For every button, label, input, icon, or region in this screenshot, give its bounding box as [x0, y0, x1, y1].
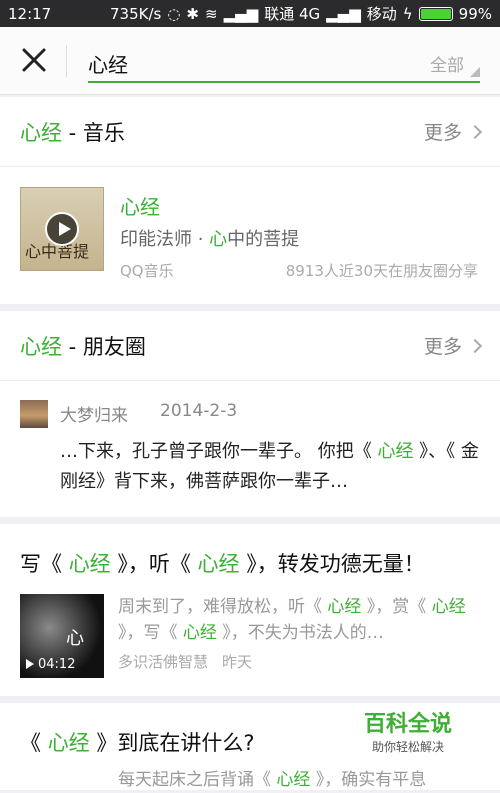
song-title: 心经	[120, 195, 160, 219]
music-section-header: 心经 - 音乐 更多	[0, 97, 500, 167]
chevron-right-icon	[467, 124, 483, 139]
close-icon[interactable]	[20, 46, 48, 74]
network-speed: 735K/s	[109, 4, 162, 23]
music-result-item[interactable]: 心中菩提 心经 印能法师 · 心中的菩提 QQ音乐 8913人近30天在朋友圈分…	[0, 167, 500, 307]
more-music-button[interactable]: 更多	[424, 118, 483, 145]
music-section: 心经 - 音乐 更多 心中菩提 心经 印能法师 · 心中的菩提 QQ音乐 891…	[0, 97, 500, 304]
divider	[66, 45, 67, 77]
search-input[interactable]: 心经	[88, 49, 128, 78]
status-bar: 12:17 735K/s ◌ ✱ ≋ ▂▄▆ 联通 4G ▂▄▆ 移动 ϟ 99…	[0, 0, 500, 27]
avatar	[20, 400, 48, 428]
scope-dropdown[interactable]: 全部	[430, 51, 464, 76]
chevron-right-icon	[467, 338, 483, 353]
share-stat: 8913人近30天在朋友圈分享	[285, 262, 478, 280]
thumbnail-text: 心	[66, 628, 84, 649]
play-icon	[26, 659, 34, 669]
more-moments-button[interactable]: 更多	[424, 332, 483, 359]
video-thumbnail[interactable]: 心 04:12	[20, 594, 104, 678]
wifi-icon: ≋	[205, 4, 218, 23]
watermark-logo: 百科全说 助你轻松解决	[346, 706, 470, 766]
article-time: 昨天	[222, 653, 253, 671]
article-result-item[interactable]: 写《 心经 》，听《 心经 》，转发功德无量！ 心 04:12 周末到了，难得放…	[0, 524, 500, 696]
album-cover: 心中菩提	[20, 187, 104, 271]
watermark-subtitle: 助你轻松解决	[371, 740, 444, 754]
article-summary: 周末到了，难得放松，听《 心经 》，赏《 心经 》，写《 心经 》，不失为书法人…	[118, 597, 466, 643]
moment-user: 大梦归来	[60, 406, 128, 426]
bluetooth-icon: ✱	[186, 4, 199, 23]
moment-result-item[interactable]: 大梦归来 2014-2-3 …下来，孔子曾子跟你一辈子。 你把《 心经 》、《 …	[0, 381, 500, 501]
signal-icon: ▂▄▆	[326, 4, 361, 23]
article-title: 《 心经 》到底在讲什么?	[20, 731, 255, 755]
battery-icon	[418, 6, 453, 21]
article-summary: 每天起床之后背诵《 心经 》，确实有平息	[118, 770, 427, 790]
moment-text: …下来，孔子曾子跟你一辈子。 你把《 心经 》、《 金刚经》背下来，佛菩萨跟你一…	[60, 441, 479, 492]
search-bar: 心经 全部	[0, 27, 500, 95]
moment-date: 2014-2-3	[160, 401, 238, 421]
section-title: 心经 - 音乐	[20, 120, 125, 145]
search-underline	[88, 81, 480, 83]
signal-icon: ▂▄▆	[223, 4, 259, 23]
watermark-title: 百科全说	[363, 712, 452, 737]
song-artist: 印能法师 · 心中的菩提	[120, 229, 300, 250]
song-source: QQ音乐	[120, 262, 174, 280]
status-indicators: 735K/s ◌ ✱ ≋ ▂▄▆ 联通 4G ▂▄▆ 移动 ϟ 99%	[110, 3, 492, 24]
sync-icon: ◌	[167, 4, 181, 23]
article-meta: 多识活佛智慧 昨天	[118, 651, 252, 672]
charging-icon: ϟ	[402, 4, 413, 23]
video-duration: 04:12	[38, 657, 76, 672]
section-title: 心经 - 朋友圈	[20, 334, 146, 359]
article-title: 写《 心经 》，听《 心经 》，转发功德无量！	[20, 552, 425, 576]
dropdown-corner-icon	[470, 67, 480, 77]
play-icon[interactable]	[45, 212, 79, 246]
carrier-1: 联通 4G	[264, 5, 321, 23]
article-source: 多识活佛智慧	[118, 653, 209, 671]
moments-section-header: 心经 - 朋友圈 更多	[0, 311, 500, 381]
moments-section: 心经 - 朋友圈 更多 大梦归来 2014-2-3 …下来，孔子曾子跟你一辈子。…	[0, 311, 500, 517]
battery-level: 99%	[458, 4, 492, 23]
status-time: 12:17	[8, 4, 52, 23]
carrier-2: 移动	[366, 5, 397, 23]
